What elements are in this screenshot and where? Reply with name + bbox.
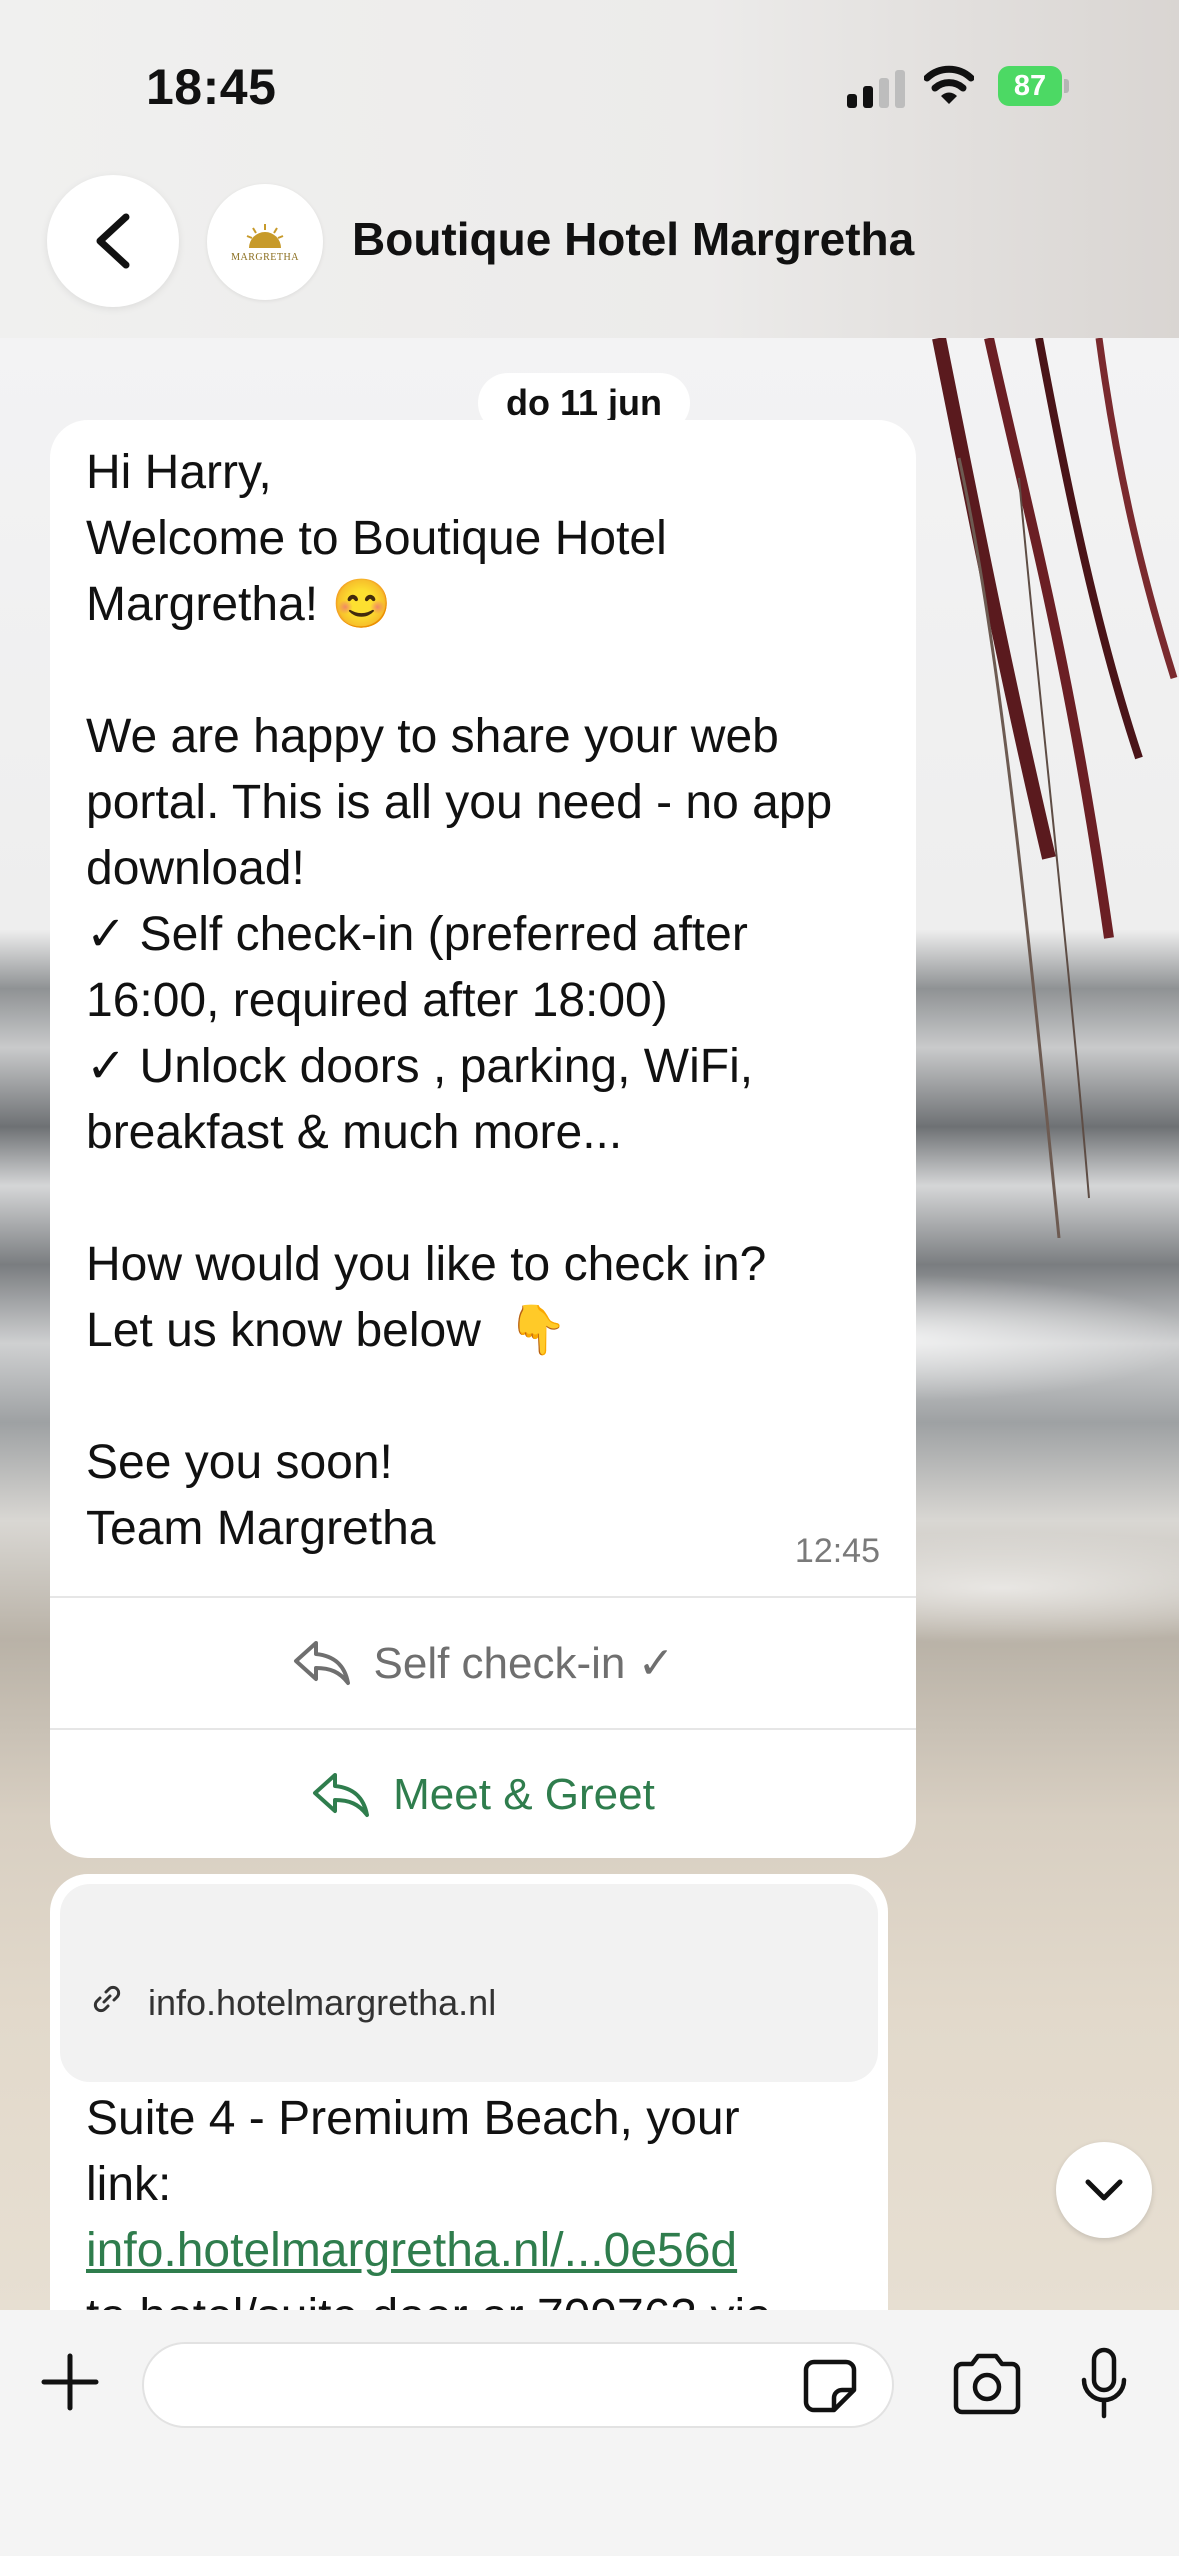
- quick-reply-meet-greet[interactable]: Meet & Greet: [50, 1728, 916, 1858]
- microphone-icon[interactable]: [1080, 2346, 1128, 2422]
- link-preview-domain: info.hotelmargretha.nl: [148, 1982, 497, 2023]
- cellular-signal-icon: [847, 70, 905, 108]
- wifi-icon: [924, 65, 974, 104]
- battery-icon: 87: [998, 66, 1070, 106]
- message-line: ✓ Unlock doors , parking, WiFi,: [86, 1040, 754, 1093]
- message-input[interactable]: [142, 2342, 894, 2428]
- hotel-logo-icon: [246, 223, 284, 248]
- sticker-icon[interactable]: [800, 2356, 860, 2416]
- message-line: Margretha! 😊: [86, 578, 392, 631]
- message-line: portal. This is all you need - no app: [86, 776, 833, 829]
- message-line: [86, 638, 906, 704]
- message-text: Hi Harry, Welcome to Boutique Hotel Marg…: [86, 440, 906, 1562]
- reply-arrow-icon: [313, 1773, 370, 1817]
- chat-title[interactable]: Boutique Hotel Margretha: [352, 212, 914, 266]
- chevron-down-icon: [1085, 2179, 1123, 2201]
- back-button[interactable]: [47, 175, 179, 307]
- message-line: Team Margretha: [86, 1502, 436, 1555]
- message-link[interactable]: info.hotelmargretha.nl/...0e56d: [86, 2224, 737, 2277]
- quick-reply-self-check-in[interactable]: Self check-in ✓: [50, 1596, 916, 1728]
- message-line: How would you like to check in?: [86, 1238, 767, 1291]
- message-line: See you soon!: [86, 1436, 393, 1489]
- message-line: [86, 1166, 906, 1232]
- message-bubble[interactable]: Hi Harry, Welcome to Boutique Hotel Marg…: [50, 420, 916, 1858]
- message-line: breakfast & much more...: [86, 1106, 623, 1159]
- message-line: Welcome to Boutique Hotel: [86, 512, 667, 565]
- message-line: 16:00, required after 18:00): [86, 974, 668, 1027]
- message-line: Hi Harry,: [86, 446, 272, 499]
- message-line: [86, 1364, 906, 1430]
- status-time: 18:45: [146, 59, 277, 115]
- chevron-left-icon: [96, 213, 130, 269]
- reply-arrow-icon: [293, 1641, 350, 1685]
- scroll-to-bottom-button[interactable]: [1056, 2142, 1152, 2238]
- message-bubble[interactable]: info.hotelmargretha.nl Suite 4 - Premium…: [50, 1874, 888, 2374]
- camera-icon[interactable]: [950, 2352, 1024, 2416]
- link-icon: [93, 1985, 121, 2013]
- link-preview[interactable]: info.hotelmargretha.nl: [60, 1884, 878, 2082]
- status-bar: 18:45 87: [0, 0, 1179, 160]
- quick-reply-label: Self check-in ✓: [373, 1638, 675, 1688]
- attach-plus-icon[interactable]: [38, 2350, 102, 2414]
- message-line: download!: [86, 842, 305, 895]
- message-line: Suite 4 - Premium Beach, your: [86, 2092, 740, 2145]
- quick-reply-label: Meet & Greet: [393, 1770, 655, 1819]
- contact-avatar[interactable]: MARGRETHA: [207, 184, 323, 300]
- battery-level: 87: [1013, 69, 1047, 102]
- message-line: Let us know below 👇: [86, 1304, 568, 1357]
- message-line: link:: [86, 2158, 172, 2211]
- message-line: ✓ Self check-in (preferred after: [86, 908, 748, 961]
- wallpaper-branch: [919, 338, 1179, 1238]
- message-line: We are happy to share your web: [86, 710, 779, 763]
- message-timestamp: 12:45: [794, 1532, 880, 1570]
- avatar-logo-text: MARGRETHA: [231, 251, 299, 263]
